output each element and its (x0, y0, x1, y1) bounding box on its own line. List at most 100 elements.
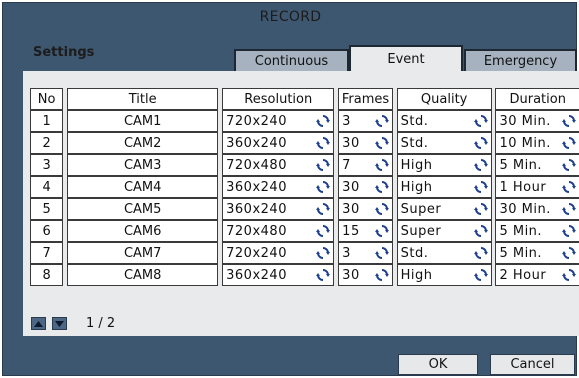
record-table: No Title Resolution Frames Quality Durat… (30, 88, 579, 286)
header-no: No (30, 88, 64, 110)
duration-select[interactable]: 5 Min. (495, 220, 579, 242)
tab-event[interactable]: Event (349, 45, 463, 71)
frames-select-value: 3 (342, 245, 351, 261)
table-row: 2 CAM2 360x240 30 Std. 10 Min. (30, 132, 579, 154)
cycle-icon[interactable] (562, 136, 576, 150)
resolution-select[interactable]: 720x480 (222, 220, 335, 242)
frames-select-value: 7 (342, 157, 351, 173)
cycle-icon[interactable] (374, 224, 389, 238)
window-title: RECORD (259, 9, 322, 25)
duration-select[interactable]: 5 Min. (495, 154, 579, 176)
ok-button[interactable]: OK (398, 354, 478, 375)
cycle-icon[interactable] (374, 202, 389, 216)
quality-select[interactable]: Std. (396, 110, 492, 132)
cycle-icon[interactable] (473, 114, 488, 128)
frames-select-value: 30 (342, 201, 360, 217)
duration-select[interactable]: 5 Min. (495, 242, 579, 264)
resolution-select[interactable]: 720x480 (222, 154, 335, 176)
cycle-icon[interactable] (316, 158, 331, 172)
cycle-icon[interactable] (316, 224, 331, 238)
frames-select[interactable]: 30 (338, 198, 393, 220)
cycle-icon[interactable] (316, 136, 331, 150)
page-up-button[interactable] (31, 317, 46, 330)
quality-select-value: Std. (400, 245, 429, 261)
cycle-icon[interactable] (562, 202, 576, 216)
frames-select-value: 15 (342, 223, 360, 239)
resolution-select-value: 720x480 (226, 223, 287, 239)
quality-select[interactable]: Std. (396, 132, 492, 154)
quality-select-value: Std. (400, 113, 429, 129)
duration-select-value: 5 Min. (499, 223, 543, 239)
frames-select[interactable]: 30 (338, 176, 393, 198)
cycle-icon[interactable] (374, 158, 389, 172)
header-title: Title (66, 88, 219, 110)
arrow-up-icon (34, 320, 43, 327)
table-row: 3 CAM3 720x480 7 High 5 Min. (30, 154, 579, 176)
cycle-icon[interactable] (316, 202, 331, 216)
frames-select[interactable]: 30 (338, 264, 393, 286)
duration-select[interactable]: 30 Min. (495, 198, 579, 220)
cycle-icon[interactable] (316, 246, 331, 260)
table-row: 7 CAM7 720x240 3 Std. 5 Min. (30, 242, 579, 264)
resolution-select[interactable]: 360x240 (222, 198, 335, 220)
frames-select[interactable]: 7 (338, 154, 393, 176)
duration-select[interactable]: 30 Min. (495, 110, 579, 132)
camera-title: CAM7 (66, 242, 219, 264)
duration-select-value: 2 Hour (499, 267, 547, 283)
frames-select[interactable]: 3 (338, 242, 393, 264)
cycle-icon[interactable] (374, 136, 389, 150)
resolution-select[interactable]: 360x240 (222, 132, 335, 154)
quality-select-value: Super (400, 223, 442, 239)
duration-select[interactable]: 2 Hour (495, 264, 579, 286)
cycle-icon[interactable] (316, 180, 331, 194)
duration-select-value: 1 Hour (499, 179, 547, 195)
row-number: 8 (30, 264, 64, 286)
cycle-icon[interactable] (316, 114, 331, 128)
cycle-icon[interactable] (562, 114, 576, 128)
cycle-icon[interactable] (562, 224, 576, 238)
cycle-icon[interactable] (473, 158, 488, 172)
quality-select[interactable]: High (396, 154, 492, 176)
cycle-icon[interactable] (473, 136, 488, 150)
row-number: 4 (30, 176, 64, 198)
duration-select[interactable]: 1 Hour (495, 176, 579, 198)
frames-select[interactable]: 3 (338, 110, 393, 132)
cycle-icon[interactable] (316, 268, 331, 282)
tab-emergency[interactable]: Emergency (464, 49, 577, 71)
quality-select[interactable]: High (396, 264, 492, 286)
cycle-icon[interactable] (473, 202, 488, 216)
cycle-icon[interactable] (473, 224, 488, 238)
cycle-icon[interactable] (562, 158, 576, 172)
cancel-button[interactable]: Cancel (490, 354, 575, 375)
cycle-icon[interactable] (562, 268, 576, 282)
duration-select[interactable]: 10 Min. (495, 132, 579, 154)
cycle-icon[interactable] (562, 180, 576, 194)
cycle-icon[interactable] (374, 268, 389, 282)
resolution-select-value: 360x240 (226, 201, 287, 217)
table-row: 8 CAM8 360x240 30 High 2 Hour (30, 264, 579, 286)
resolution-select[interactable]: 360x240 (222, 176, 335, 198)
quality-select[interactable]: Super (396, 198, 492, 220)
tab-continuous[interactable]: Continuous (234, 49, 349, 71)
cycle-icon[interactable] (374, 114, 389, 128)
row-number: 6 (30, 220, 64, 242)
resolution-select[interactable]: 360x240 (222, 264, 335, 286)
resolution-select-value: 720x240 (226, 245, 287, 261)
table-row: 5 CAM5 360x240 30 Super 30 Min. (30, 198, 579, 220)
resolution-select[interactable]: 720x240 (222, 242, 335, 264)
camera-title: CAM8 (66, 264, 219, 286)
page-down-button[interactable] (52, 317, 67, 330)
quality-select[interactable]: Super (396, 220, 492, 242)
cycle-icon[interactable] (562, 246, 576, 260)
quality-select[interactable]: High (396, 176, 492, 198)
frames-select[interactable]: 30 (338, 132, 393, 154)
resolution-select[interactable]: 720x240 (222, 110, 335, 132)
cycle-icon[interactable] (473, 180, 488, 194)
quality-select[interactable]: Std. (396, 242, 492, 264)
cycle-icon[interactable] (374, 180, 389, 194)
resolution-select-value: 720x480 (226, 157, 287, 173)
cycle-icon[interactable] (473, 246, 488, 260)
cycle-icon[interactable] (374, 246, 389, 260)
frames-select[interactable]: 15 (338, 220, 393, 242)
cycle-icon[interactable] (473, 268, 488, 282)
